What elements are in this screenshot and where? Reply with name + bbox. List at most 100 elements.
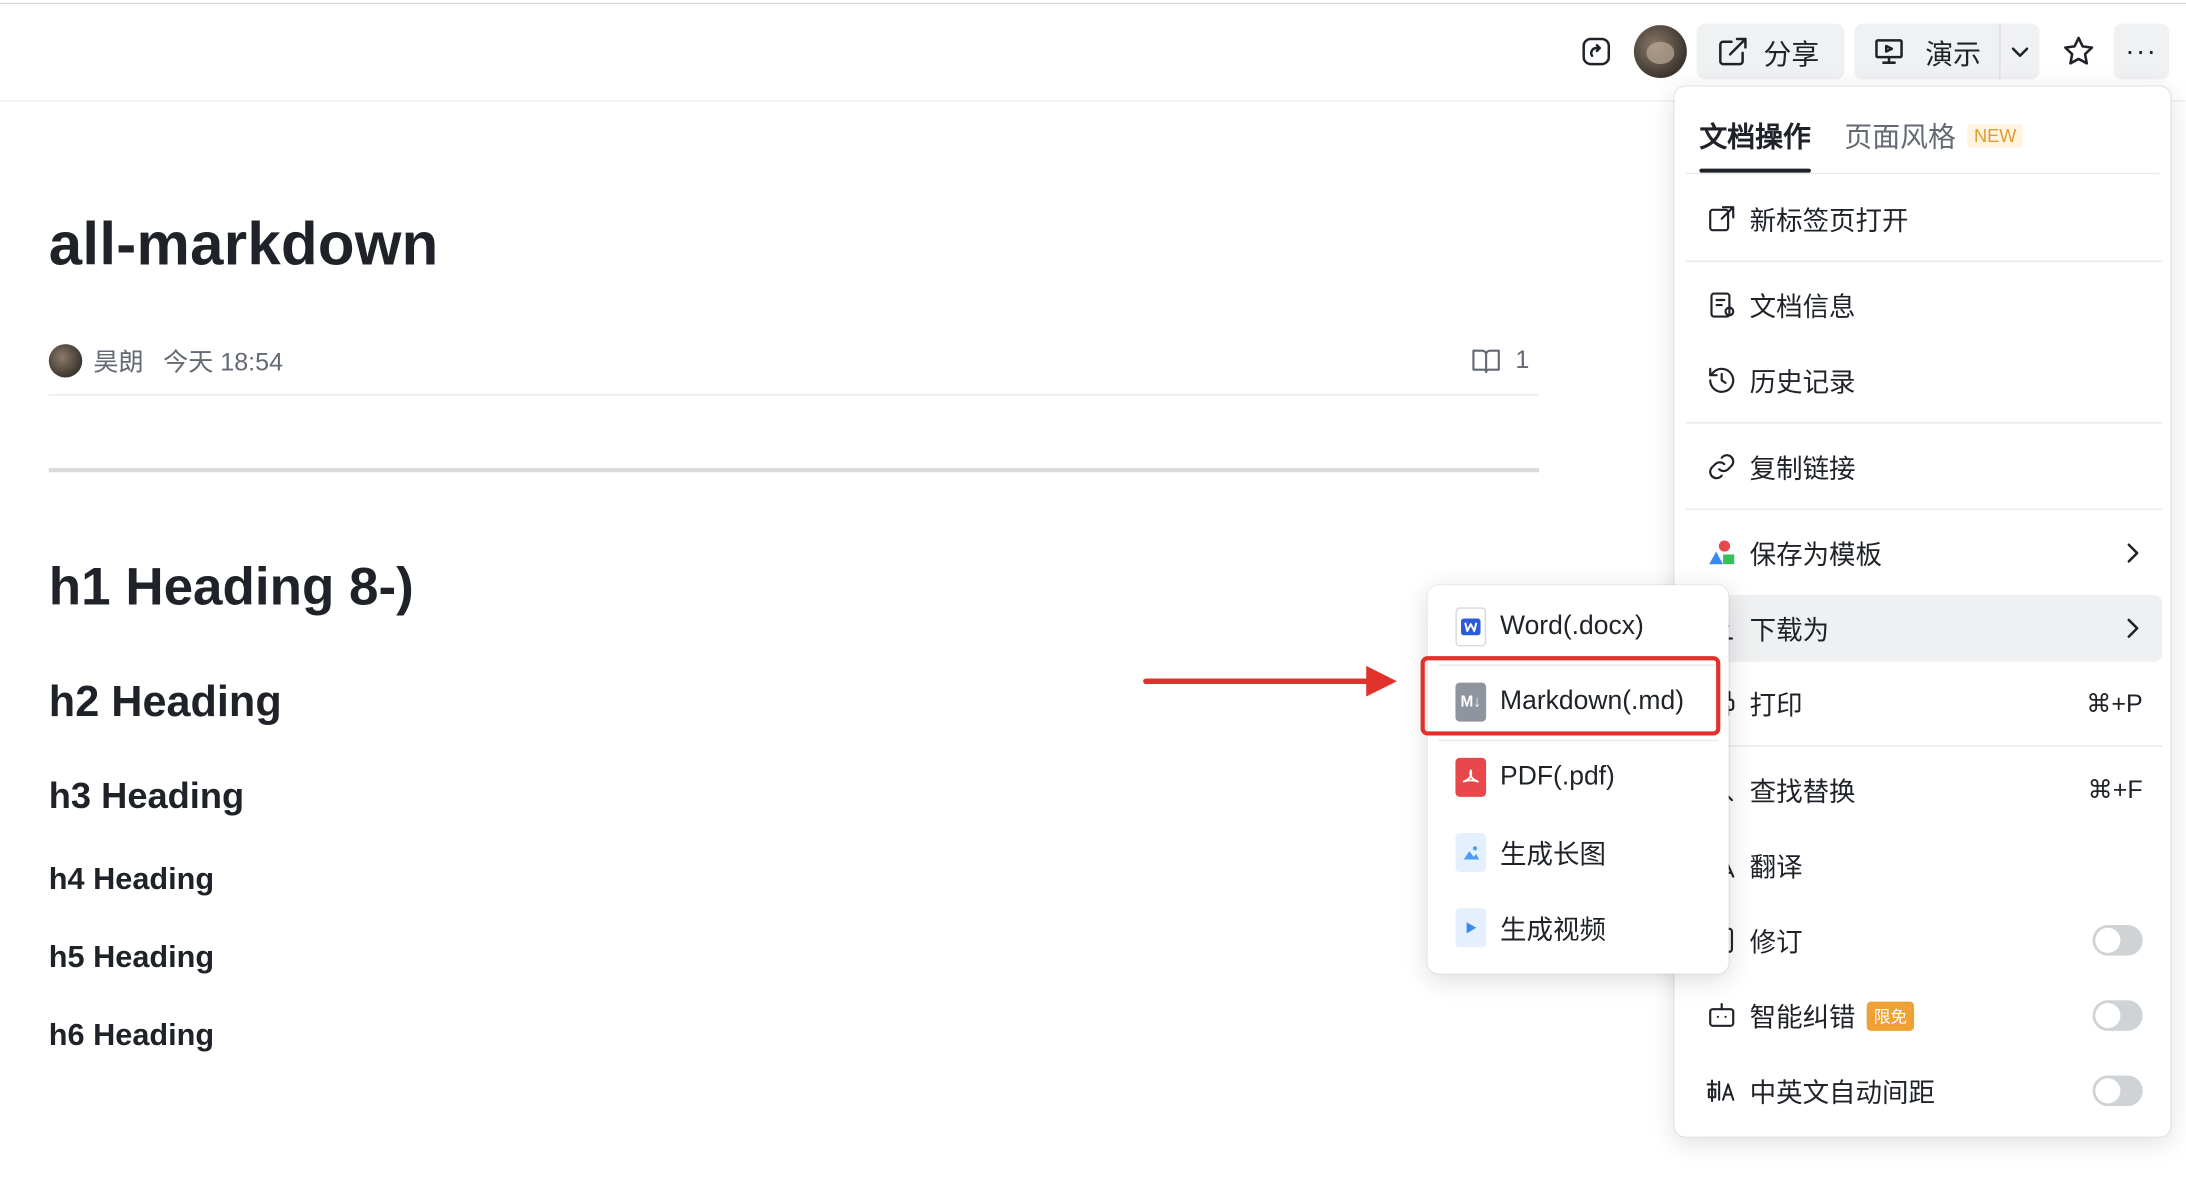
auto-spacing-toggle[interactable] bbox=[2092, 1057, 2143, 1124]
menu-item-auto-spacing[interactable]: 中英文自动间距 bbox=[1685, 1057, 2162, 1124]
toggle-switch[interactable] bbox=[2092, 1075, 2143, 1107]
share-button[interactable]: 分享 bbox=[1696, 23, 1845, 80]
chevron-right-icon bbox=[2123, 520, 2143, 587]
submenu-item-word[interactable]: Word(.docx) bbox=[1439, 593, 1718, 660]
robot-icon bbox=[1702, 996, 1741, 1035]
new-badge: NEW bbox=[1967, 123, 2024, 148]
menu-separator bbox=[1685, 745, 2163, 747]
annotation-arrow-shaft bbox=[1143, 678, 1378, 685]
present-label: 演示 bbox=[1925, 39, 1982, 71]
submenu-item-video[interactable]: 生成视频 bbox=[1439, 894, 1718, 961]
more-button[interactable]: ··· bbox=[2113, 23, 2170, 80]
chevron-down-icon[interactable] bbox=[2008, 35, 2033, 68]
download-submenu: Word(.docx) M↓ Markdown(.md) PDF(.pdf) 生… bbox=[1427, 585, 1729, 974]
tabs-divider bbox=[1685, 172, 2160, 175]
word-label: Word(.docx) bbox=[1500, 611, 1644, 641]
page: 分享 演示 ··· all-markdown 昊朗 今天 18:54 1 h1 … bbox=[0, 0, 2186, 1180]
link-icon bbox=[1702, 447, 1741, 486]
user-avatar[interactable] bbox=[1633, 25, 1687, 79]
tab-doc-actions[interactable]: 文档操作 bbox=[1699, 114, 1811, 173]
save-template-label: 保存为模板 bbox=[1749, 541, 1883, 571]
tab-doc-actions-label: 文档操作 bbox=[1699, 122, 1811, 154]
open-new-tab-icon bbox=[1702, 199, 1741, 238]
pdf-file-icon bbox=[1455, 757, 1487, 797]
menu-separator bbox=[1685, 422, 2163, 424]
menu-item-find-replace[interactable]: 查找替换 ⌘+F bbox=[1685, 756, 2162, 823]
download-as-label: 下载为 bbox=[1749, 616, 1830, 646]
print-label: 打印 bbox=[1749, 691, 1803, 721]
history-icon bbox=[1702, 361, 1741, 400]
author-avatar bbox=[48, 344, 83, 378]
image-file-icon bbox=[1455, 833, 1487, 873]
author-name: 昊朗 bbox=[93, 348, 144, 377]
toggle-switch[interactable] bbox=[2092, 1000, 2143, 1031]
tab-page-style-label: 页面风格 bbox=[1844, 122, 1956, 154]
doc-info-label: 文档信息 bbox=[1749, 293, 1856, 323]
spacing-icon bbox=[1702, 1071, 1741, 1110]
sync-icon[interactable] bbox=[1577, 32, 1616, 71]
toggle-switch[interactable] bbox=[2092, 925, 2143, 956]
present-icon bbox=[1872, 35, 1905, 68]
tab-page-style[interactable]: 页面风格 NEW bbox=[1844, 114, 2024, 173]
book-icon bbox=[1471, 346, 1502, 374]
copy-link-label: 复制链接 bbox=[1749, 454, 1856, 485]
doc-meta: 昊朗 今天 18:54 bbox=[48, 343, 284, 379]
submenu-item-long-image[interactable]: 生成长图 bbox=[1439, 819, 1718, 886]
smart-correct-label: 智能纠错 bbox=[1749, 1003, 1856, 1033]
share-label: 分享 bbox=[1763, 39, 1820, 71]
doc-actions-menu: 文档操作 页面风格 NEW 新标签页打开 文档信息 历史记录 复制链接 保存为模… bbox=[1674, 86, 2171, 1137]
menu-item-open-new-tab[interactable]: 新标签页打开 bbox=[1685, 185, 2162, 252]
heading-h3: h3 Heading bbox=[48, 774, 245, 817]
revise-label: 修订 bbox=[1749, 928, 1803, 958]
star-icon[interactable] bbox=[2058, 31, 2100, 73]
menu-item-revise[interactable]: 修订 bbox=[1685, 907, 2162, 974]
find-replace-label: 查找替换 bbox=[1749, 778, 1856, 808]
history-label: 历史记录 bbox=[1749, 368, 1856, 398]
video-label: 生成视频 bbox=[1500, 915, 1607, 946]
menu-item-translate[interactable]: 翻译 bbox=[1685, 832, 2162, 899]
menu-item-print[interactable]: 打印 ⌘+P bbox=[1685, 670, 2162, 737]
long-image-label: 生成长图 bbox=[1500, 840, 1607, 870]
read-count-value: 1 bbox=[1515, 345, 1530, 374]
read-count[interactable]: 1 bbox=[1471, 345, 1530, 374]
menu-item-smart-correct[interactable]: 智能纠错 限免 bbox=[1685, 982, 2162, 1049]
share-icon bbox=[1716, 35, 1749, 68]
pdf-label: PDF(.pdf) bbox=[1500, 762, 1615, 792]
page-title: all-markdown bbox=[48, 211, 439, 279]
limited-free-badge: 限免 bbox=[1866, 1000, 1915, 1031]
menu-item-copy-link[interactable]: 复制链接 bbox=[1685, 433, 2162, 500]
auto-spacing-label: 中英文自动间距 bbox=[1749, 1078, 1936, 1109]
smart-correct-toggle[interactable] bbox=[2092, 982, 2143, 1049]
annotation-arrow-head bbox=[1366, 665, 1397, 697]
menu-separator bbox=[1685, 260, 2163, 262]
menu-item-save-template[interactable]: 保存为模板 bbox=[1685, 520, 2162, 587]
menu-tabs: 文档操作 页面风格 NEW bbox=[1699, 114, 2056, 173]
find-shortcut: ⌘+F bbox=[2087, 775, 2143, 804]
menu-item-doc-info[interactable]: 文档信息 bbox=[1685, 272, 2162, 339]
chevron-right-icon bbox=[2123, 595, 2143, 662]
open-new-tab-label: 新标签页打开 bbox=[1749, 206, 1909, 237]
present-divider bbox=[1999, 23, 2001, 80]
menu-separator bbox=[1685, 508, 2163, 510]
heading-h4: h4 Heading bbox=[48, 860, 215, 896]
submenu-item-pdf[interactable]: PDF(.pdf) bbox=[1439, 744, 1718, 811]
heading-h5: h5 Heading bbox=[48, 938, 215, 974]
menu-item-history[interactable]: 历史记录 bbox=[1685, 347, 2162, 414]
word-file-icon bbox=[1455, 607, 1487, 647]
updated-time: 今天 18:54 bbox=[163, 348, 284, 377]
menu-item-download-as[interactable]: 下载为 bbox=[1685, 594, 2163, 662]
heading-h2: h2 Heading bbox=[48, 677, 282, 726]
more-label: ··· bbox=[2125, 35, 2158, 67]
translate-label: 翻译 bbox=[1749, 853, 1803, 883]
submenu-separator bbox=[1438, 739, 1718, 742]
present-button[interactable]: 演示 bbox=[1854, 23, 2040, 80]
video-file-icon bbox=[1455, 908, 1487, 948]
template-icon bbox=[1702, 534, 1741, 573]
horizontal-rule bbox=[48, 468, 1540, 473]
print-shortcut: ⌘+P bbox=[2086, 688, 2143, 717]
window-top-border bbox=[0, 2, 2186, 5]
meta-divider bbox=[48, 394, 1540, 396]
doc-info-icon bbox=[1702, 286, 1741, 325]
annotation-highlight-box bbox=[1420, 656, 1721, 736]
revise-toggle[interactable] bbox=[2092, 907, 2143, 974]
